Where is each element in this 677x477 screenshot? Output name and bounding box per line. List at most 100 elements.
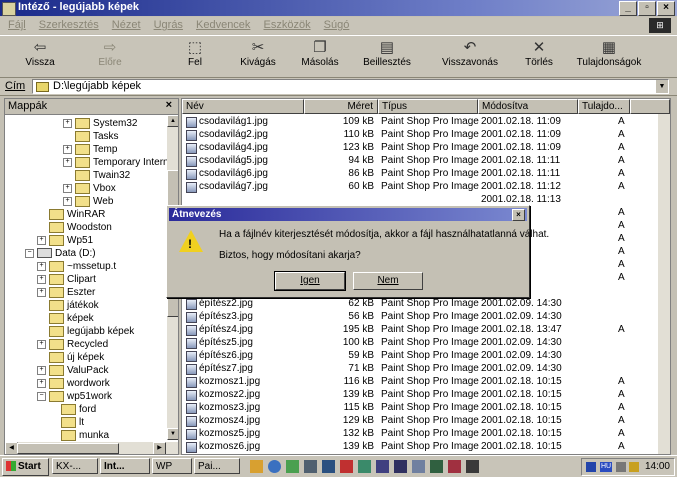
tree-item[interactable]: Woodston: [49, 221, 112, 234]
delete-button[interactable]: ✕ Törlés: [521, 39, 557, 75]
column-size[interactable]: Méret: [304, 99, 378, 114]
menu-file[interactable]: Fájl: [8, 17, 26, 34]
menu-go[interactable]: Ugrás: [154, 17, 183, 34]
taskbar-item[interactable]: WP: [152, 458, 192, 474]
tree-item[interactable]: lt: [61, 416, 84, 429]
no-button[interactable]: Nem: [353, 272, 423, 290]
tree-item-drive[interactable]: − Data (D:): [25, 247, 96, 260]
file-row[interactable]: csodavilág2.jpg 110 kB Paint Shop Pro Imag…: [182, 128, 652, 141]
tree-item[interactable]: + ~mssetup.t: [37, 260, 116, 273]
paste-button[interactable]: ▤ Beillesztés: [362, 39, 412, 75]
tree-item[interactable]: + Wp51: [37, 234, 93, 247]
yes-button[interactable]: Igen: [274, 271, 346, 291]
quicklaunch-icon[interactable]: [466, 460, 479, 473]
tree-item[interactable]: + ValuPack: [37, 364, 109, 377]
quicklaunch-icon[interactable]: [358, 460, 371, 473]
copy-button[interactable]: ❐ Másolás: [298, 39, 342, 75]
file-row[interactable]: csodavilág4.jpg 123 kB Paint Shop Pro Imag…: [182, 141, 652, 154]
scroll-up-icon[interactable]: ▲: [167, 115, 178, 127]
address-dropdown-icon[interactable]: ▼: [656, 80, 668, 93]
menu-help[interactable]: Súgó: [324, 17, 350, 34]
tree-item[interactable]: + wordwork: [37, 377, 110, 390]
tree-item[interactable]: + Temporary Interne: [63, 156, 174, 169]
browser-icon[interactable]: [268, 460, 281, 473]
address-field[interactable]: D:\legújabb képek ▼: [32, 79, 669, 94]
back-button[interactable]: ⇦ Vissza: [20, 39, 60, 75]
tree-item-selected[interactable]: legújabb képek: [49, 325, 134, 338]
quicklaunch-icon[interactable]: [250, 460, 263, 473]
file-list-scrollbar[interactable]: [658, 114, 670, 454]
taskbar-item-active[interactable]: Int...: [100, 458, 150, 474]
tree-item[interactable]: + Clipart: [37, 273, 96, 286]
tree-item[interactable]: WinRAR: [49, 208, 105, 221]
scroll-down-icon[interactable]: ▼: [167, 428, 178, 440]
tree-item[interactable]: Tasks: [75, 130, 119, 143]
file-row[interactable]: csodavilág1.jpg 109 kB Paint Shop Pro Imag…: [182, 115, 652, 128]
quicklaunch-icon[interactable]: [412, 460, 425, 473]
hscroll-thumb[interactable]: [17, 443, 119, 454]
tree-item[interactable]: munka: [61, 429, 109, 442]
taskbar-item[interactable]: Pai...: [194, 458, 240, 474]
tree-item[interactable]: + Recycled: [37, 338, 108, 351]
tray-icon[interactable]: [586, 462, 596, 472]
quicklaunch-icon[interactable]: [376, 460, 389, 473]
tree-item[interactable]: + Eszter: [37, 286, 95, 299]
quicklaunch-icon[interactable]: [340, 460, 353, 473]
tree-item[interactable]: Twain32: [75, 169, 130, 182]
language-icon[interactable]: HU: [600, 462, 612, 472]
quicklaunch-icon[interactable]: [430, 460, 443, 473]
tray-icon[interactable]: [616, 462, 626, 472]
menu-favorites[interactable]: Kedvencek: [196, 17, 250, 34]
file-row[interactable]: kozmosz2.jpg 139 kB Paint Shop Pro Image 20…: [182, 388, 652, 401]
close-button[interactable]: ×: [657, 1, 675, 16]
tree-item[interactable]: ford: [61, 403, 96, 416]
column-modified[interactable]: Módosítva: [478, 99, 578, 114]
tree-item[interactable]: − wp51work: [37, 390, 112, 403]
taskbar-item[interactable]: KX-...: [52, 458, 98, 474]
scroll-right-icon[interactable]: ▶: [153, 442, 166, 454]
up-button[interactable]: ⬚ Fel: [180, 39, 210, 75]
maximize-button[interactable]: ▫: [638, 1, 656, 16]
file-row[interactable]: építész4.jpg 195 kB Paint Shop Pro Image 20…: [182, 323, 652, 336]
menu-edit[interactable]: Szerkesztés: [39, 17, 99, 34]
minimize-button[interactable]: _: [619, 1, 637, 16]
close-pane-icon[interactable]: ×: [166, 99, 172, 111]
forward-button[interactable]: ⇨ Előre: [90, 39, 130, 75]
file-row[interactable]: kozmosz3.jpg 115 kB Paint Shop Pro Image 20…: [182, 401, 652, 414]
file-row[interactable]: építész3.jpg 56 kB Paint Shop Pro Image 200…: [182, 310, 652, 323]
file-row[interactable]: csodavilág7.jpg 60 kB Paint Shop Pro Image…: [182, 180, 652, 193]
file-row[interactable]: építész6.jpg 59 kB Paint Shop Pro Image 200…: [182, 349, 652, 362]
column-type[interactable]: Típus: [378, 99, 478, 114]
tree-item[interactable]: + Web: [63, 195, 113, 208]
tree-item[interactable]: + Vbox: [63, 182, 116, 195]
file-row[interactable]: kozmosz4.jpg 129 kB Paint Shop Pro Image 20…: [182, 414, 652, 427]
tree-item[interactable]: + Temp: [63, 143, 117, 156]
speaker-icon[interactable]: [629, 462, 639, 472]
file-row[interactable]: kozmosz6.jpg 139 kB Paint Shop Pro Image 20…: [182, 440, 652, 453]
file-row[interactable]: építész2.jpg 62 kB Paint Shop Pro Image 200…: [182, 297, 652, 310]
quicklaunch-icon[interactable]: [394, 460, 407, 473]
tree-item[interactable]: játékok: [49, 299, 99, 312]
quicklaunch-icon[interactable]: [322, 460, 335, 473]
tree-item[interactable]: új képek: [49, 351, 104, 364]
file-row[interactable]: csodavilág6.jpg 86 kB Paint Shop Pro Image…: [182, 167, 652, 180]
desktop-icon[interactable]: [304, 460, 317, 473]
file-row[interactable]: csodavilág5.jpg 94 kB Paint Shop Pro Image…: [182, 154, 652, 167]
file-row[interactable]: építész5.jpg 100 kB Paint Shop Pro Image 20…: [182, 336, 652, 349]
properties-button[interactable]: ▦ Tulajdonságok: [572, 39, 646, 75]
menu-view[interactable]: Nézet: [112, 17, 141, 34]
file-row[interactable]: kozmosz1.jpg 116 kB Paint Shop Pro Image 20…: [182, 375, 652, 388]
tree-item[interactable]: + System32: [63, 117, 137, 130]
quicklaunch-icon[interactable]: [286, 460, 299, 473]
quicklaunch-icon[interactable]: [448, 460, 461, 473]
column-attributes[interactable]: Tulajdo...: [578, 99, 630, 114]
start-button[interactable]: Start: [2, 458, 49, 476]
undo-button[interactable]: ↶ Visszavonás: [440, 39, 500, 75]
dialog-close-icon[interactable]: ×: [512, 209, 525, 221]
tree-item[interactable]: képek: [49, 312, 94, 325]
cut-button[interactable]: ✂ Kivágás: [238, 39, 278, 75]
tree-horizontal-scrollbar[interactable]: ◀ ▶: [5, 442, 178, 454]
menu-tools[interactable]: Eszközök: [264, 17, 311, 34]
column-name[interactable]: Név: [182, 99, 304, 114]
file-row[interactable]: építész7.jpg 71 kB Paint Shop Pro Image 200…: [182, 362, 652, 375]
